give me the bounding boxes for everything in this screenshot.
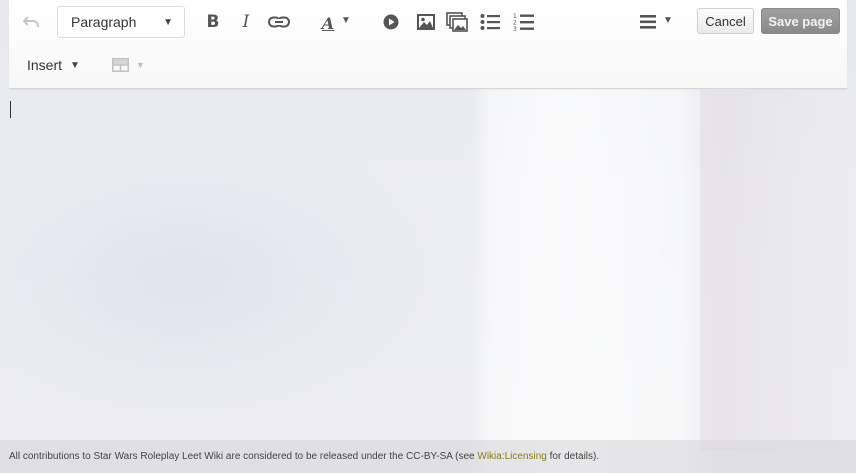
bold-button[interactable]: B (204, 12, 222, 32)
image-icon[interactable] (415, 12, 437, 32)
cancel-button[interactable]: Cancel (697, 8, 754, 34)
align-icon[interactable] (639, 13, 657, 31)
video-icon[interactable] (381, 12, 401, 32)
bullet-list-icon[interactable] (479, 12, 501, 32)
svg-text:3: 3 (513, 26, 517, 32)
editor-toolbar: Paragraph ▼ B I A ▼ 123 ▼ Cancel Save pa… (9, 0, 847, 89)
undo-icon[interactable] (21, 12, 41, 32)
save-page-button[interactable]: Save page (761, 8, 840, 34)
format-select-value: Paragraph (71, 14, 137, 30)
text-style-button[interactable]: A (319, 12, 337, 34)
chevron-down-icon[interactable]: ▼ (341, 15, 351, 26)
footer-text-end: for details). (546, 451, 600, 462)
chevron-down-icon: ▼ (70, 59, 80, 71)
insert-menu[interactable]: Insert ▼ (27, 57, 80, 73)
link-icon[interactable] (267, 12, 291, 32)
italic-button[interactable]: I (238, 12, 254, 32)
license-footer: All contributions to Star Wars Roleplay … (0, 440, 856, 473)
insert-menu-label: Insert (27, 57, 63, 73)
table-icon[interactable] (111, 57, 129, 73)
format-select[interactable]: Paragraph ▼ (57, 6, 185, 38)
numbered-list-icon[interactable]: 123 (512, 11, 536, 33)
licensing-link[interactable]: Wikia:Licensing (477, 451, 546, 462)
chevron-down-icon[interactable]: ▼ (136, 60, 145, 70)
editor-content-area[interactable] (0, 89, 856, 440)
chevron-down-icon[interactable]: ▼ (663, 15, 673, 26)
footer-text: All contributions to Star Wars Roleplay … (9, 451, 478, 462)
gallery-icon[interactable] (445, 11, 469, 33)
chevron-down-icon: ▼ (163, 17, 173, 28)
